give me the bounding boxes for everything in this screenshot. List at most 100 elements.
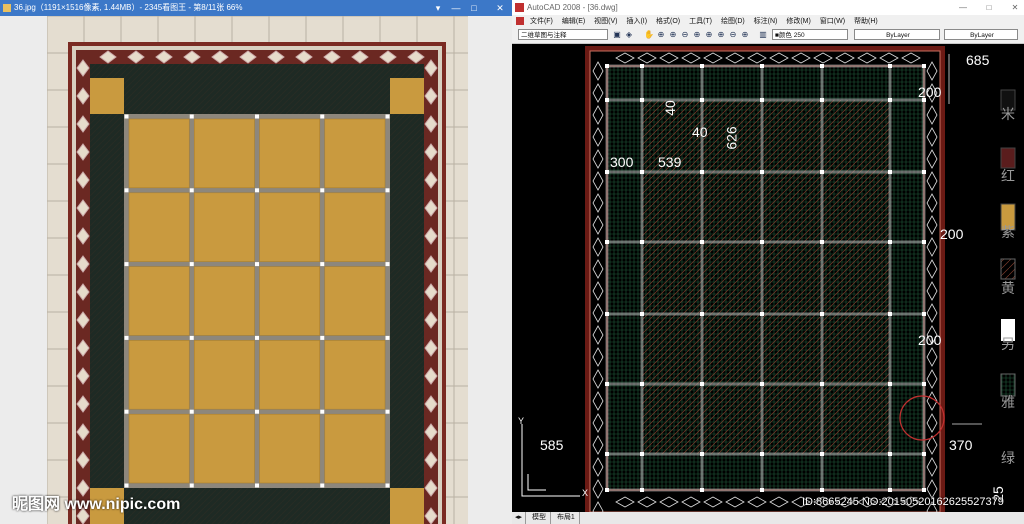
cad-grid-node [888, 382, 892, 386]
ucs-y-label: Y [518, 416, 525, 426]
menu-format[interactable]: 格式(O) [656, 18, 680, 25]
menu-help[interactable]: 帮助(H) [854, 18, 878, 25]
dim-200-low: 200 [918, 332, 942, 348]
cad-maximize-button[interactable]: □ [982, 0, 996, 15]
image-viewer-window: 36.jpg（1191×1516像素, 1.44MB）- 2345看图王 - 第… [0, 0, 512, 524]
cad-grid-node [760, 488, 764, 492]
app-icon [3, 4, 11, 12]
grout-dot [320, 409, 325, 414]
zoom-window-icon[interactable]: ⊕ [668, 30, 678, 40]
cad-grid-node [605, 64, 609, 68]
cad-grid-node [888, 170, 892, 174]
menu-view[interactable]: 视图(V) [594, 18, 617, 25]
grout-dot [320, 335, 325, 340]
workspace-tool-icon[interactable]: ◈ [624, 30, 634, 40]
cad-grid-node [922, 452, 926, 456]
cad-grid-node [820, 452, 824, 456]
grout-dot [189, 335, 194, 340]
grout-dot [124, 409, 129, 414]
dropdown-button[interactable]: ▾ [432, 2, 444, 14]
pan-icon[interactable]: ✋ [644, 30, 654, 40]
workspace-settings-icon[interactable]: ▣ [612, 30, 622, 40]
image-canvas[interactable] [0, 16, 512, 524]
cad-grid-node [700, 64, 704, 68]
zoom-previous-icon[interactable]: ⊖ [680, 30, 690, 40]
color-select[interactable]: ■颜色 250 [772, 29, 848, 40]
workspace-select[interactable]: 二维草图与注释 [518, 29, 608, 40]
layer-properties-icon[interactable]: ▥ [758, 30, 768, 40]
gold-tile [193, 266, 255, 336]
cad-grid-node [640, 312, 644, 316]
gold-tile [324, 266, 386, 336]
grout-dot [385, 409, 390, 414]
grout-dot [320, 483, 325, 488]
dim-200-mid: 200 [940, 226, 964, 242]
autocad-icon [515, 3, 524, 12]
cad-grid-node [700, 312, 704, 316]
menu-edit[interactable]: 编辑(E) [562, 18, 585, 25]
zoom-out-icon[interactable]: ⊖ [728, 30, 738, 40]
viewer-title: 36.jpg（1191×1516像素, 1.44MB）- 2345看图王 - 第… [14, 3, 243, 12]
cad-grid-node [605, 382, 609, 386]
lineweight-select[interactable]: ByLayer [944, 29, 1018, 40]
grout-dot [320, 188, 325, 193]
grout-dot [124, 483, 129, 488]
zoom-extents-icon[interactable]: ⊕ [704, 30, 714, 40]
tab-nav-icon[interactable]: ◂▸ [512, 512, 527, 524]
grout-dot [255, 409, 259, 414]
menu-modify[interactable]: 修改(M) [786, 18, 811, 25]
cad-layout-tabs: ◂▸ 模型 布局1 [512, 512, 1024, 524]
menu-window[interactable]: 窗口(W) [820, 18, 845, 25]
maximize-button[interactable]: □ [468, 2, 480, 14]
gold-tile [259, 340, 321, 410]
grout-dot [255, 262, 259, 267]
zoom-in-icon[interactable]: ⊕ [716, 30, 726, 40]
cad-grid-node [605, 488, 609, 492]
zoom-all-icon[interactable]: ⊕ [740, 30, 750, 40]
zoom-realtime-icon[interactable]: ⊕ [656, 30, 666, 40]
menu-file[interactable]: 文件(F) [530, 18, 553, 25]
tab-layout1[interactable]: 布局1 [553, 512, 580, 524]
gold-tile [193, 413, 255, 484]
menu-draw[interactable]: 绘图(D) [721, 18, 745, 25]
cad-grid-node [820, 240, 824, 244]
dim-300: 300 [610, 154, 634, 170]
minimize-button[interactable]: — [450, 2, 462, 14]
gold-tile [324, 118, 386, 189]
cad-grid-node [700, 170, 704, 174]
cad-grid-node [640, 170, 644, 174]
tab-model[interactable]: 模型 [528, 512, 551, 524]
menu-dimension[interactable]: 标注(N) [754, 18, 778, 25]
grout-dot [189, 188, 194, 193]
cad-minimize-button[interactable]: — [956, 0, 970, 15]
cad-drawing-area[interactable]: 685 200 40 40 626 300 539 200 200 585 37… [512, 44, 1024, 521]
gold-tile [193, 192, 255, 262]
cad-grid-node [820, 488, 824, 492]
cad-grid-node [760, 98, 764, 102]
menu-insert[interactable]: 插入(I) [626, 18, 647, 25]
cad-grid-node [888, 312, 892, 316]
cad-grid-node [605, 452, 609, 456]
cad-grid-node [888, 488, 892, 492]
cad-close-button[interactable]: ✕ [1008, 0, 1022, 15]
cad-grid-node [888, 98, 892, 102]
linetype-select[interactable]: ByLayer [854, 29, 940, 40]
grout-dot [385, 114, 390, 119]
grout-dot [124, 262, 129, 267]
dim-626: 626 [723, 126, 740, 150]
grout-dot [385, 188, 390, 193]
cad-grid-node [605, 98, 609, 102]
dim-40-vertical: 40 [661, 100, 678, 116]
menu-tools[interactable]: 工具(T) [689, 18, 712, 25]
grout-dot [124, 114, 129, 119]
cad-grid-node [640, 452, 644, 456]
cad-grid-node [922, 312, 926, 316]
zoom-dynamic-icon[interactable]: ⊕ [692, 30, 702, 40]
cad-grid-node [922, 64, 926, 68]
close-button[interactable]: ✕ [494, 2, 506, 14]
doc-icon [516, 17, 524, 26]
cad-grid-node [888, 240, 892, 244]
gold-tile [324, 192, 386, 262]
legend-label-6: 雅 [1001, 394, 1015, 410]
legend-label-2: 红 [1001, 168, 1015, 184]
